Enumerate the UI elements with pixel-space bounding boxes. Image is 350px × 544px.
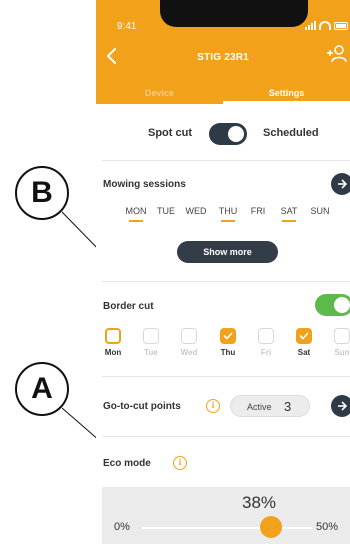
eco-mode-title: Eco mode — [103, 458, 151, 469]
divider — [102, 436, 350, 437]
border-cut-day-sat[interactable]: Sat — [285, 328, 323, 357]
border-cut-day-label: Mon — [104, 348, 122, 357]
session-days: MON TUE WED THU FRI SAT SUN — [119, 206, 350, 224]
session-day-marker — [189, 220, 203, 222]
info-icon[interactable]: i — [206, 399, 220, 413]
session-day-sun[interactable]: SUN — [305, 206, 335, 222]
callout-b-letter: B — [31, 176, 53, 209]
border-cut-day-wed[interactable]: Wed — [170, 328, 208, 357]
border-cut-day-sun[interactable]: Sun — [323, 328, 350, 357]
border-cut-day-label: Sat — [297, 348, 311, 357]
border-cut-day-label: Wed — [180, 348, 198, 357]
checkbox[interactable] — [296, 328, 312, 344]
border-cut-days: Mon Tue Wed Thu Fri Sat Sun — [96, 328, 350, 362]
active-label: Active — [247, 402, 272, 412]
border-cut-day-fri[interactable]: Fri — [247, 328, 285, 357]
arrow-right-icon — [338, 401, 348, 411]
session-day-tue[interactable]: TUE — [151, 206, 181, 222]
go-to-cut-arrow-button[interactable] — [331, 395, 350, 417]
border-cut-day-label: Sun — [334, 348, 350, 357]
session-day-label: WED — [185, 206, 207, 216]
active-points-pill[interactable]: Active 3 — [230, 395, 310, 417]
scheduled-label: Scheduled — [263, 127, 319, 139]
battery-icon — [334, 21, 348, 30]
tab-device[interactable]: Device — [96, 80, 223, 104]
eco-mode-slider-track[interactable] — [142, 527, 312, 529]
border-cut-day-label: Thu — [220, 348, 236, 357]
session-day-marker — [129, 220, 143, 222]
checkmark-icon — [223, 332, 233, 340]
wifi-icon — [319, 21, 331, 30]
border-cut-day-label: Fri — [260, 348, 272, 357]
session-day-sat[interactable]: SAT — [274, 206, 304, 222]
signal-icon — [305, 21, 316, 30]
phone-screen: 9:41 STIG 23R1 Device Settings Spot cut — [96, 0, 350, 544]
divider — [102, 160, 350, 161]
tab-bar: Device Settings — [96, 80, 350, 104]
eco-mode-max-label: 50% — [316, 521, 339, 533]
session-day-thu[interactable]: THU — [213, 206, 243, 222]
session-day-marker — [251, 220, 265, 222]
session-day-label: THU — [218, 206, 238, 216]
session-day-mon[interactable]: MON — [121, 206, 151, 222]
spot-cut-label: Spot cut — [148, 127, 192, 139]
go-to-cut-title: Go-to-cut points — [103, 401, 181, 412]
eco-mode-value: 38% — [242, 493, 277, 512]
checkmark-icon — [299, 332, 309, 340]
tab-settings[interactable]: Settings — [223, 80, 350, 104]
info-icon[interactable]: i — [173, 456, 187, 470]
border-cut-day-tue[interactable]: Tue — [132, 328, 170, 357]
session-day-label: TUE — [157, 206, 175, 216]
border-cut-toggle[interactable] — [315, 294, 350, 316]
callout-a-letter: A — [31, 372, 53, 405]
session-day-marker — [221, 220, 235, 222]
mowing-sessions-title: Mowing sessions — [103, 179, 186, 190]
border-cut-toggle-knob — [334, 297, 350, 313]
active-count: 3 — [284, 399, 292, 414]
session-day-wed[interactable]: WED — [181, 206, 211, 222]
arrow-right-icon — [338, 179, 348, 189]
session-day-marker — [313, 220, 327, 222]
session-day-label: SUN — [310, 206, 330, 216]
border-cut-day-label: Tue — [144, 348, 158, 357]
border-cut-day-mon[interactable]: Mon — [96, 328, 132, 357]
eco-mode-min-label: 0% — [114, 521, 130, 533]
session-day-marker — [159, 220, 173, 222]
eco-mode-slider-panel: 38% 0% 50% — [102, 487, 350, 544]
checkbox[interactable] — [143, 328, 159, 344]
border-cut-title: Border cut — [103, 301, 154, 312]
session-day-fri[interactable]: FRI — [243, 206, 273, 222]
eco-mode-slider-thumb[interactable] — [260, 516, 283, 538]
mowing-sessions-arrow-button[interactable] — [331, 173, 350, 195]
add-user-icon[interactable] — [326, 43, 348, 65]
phone-notch — [160, 0, 308, 27]
status-icons — [305, 21, 348, 30]
callout-a: A — [15, 362, 69, 416]
session-day-marker — [282, 220, 296, 222]
checkbox[interactable] — [105, 328, 121, 344]
session-day-label: SAT — [280, 206, 298, 216]
callout-b: B — [15, 166, 69, 220]
checkbox[interactable] — [334, 328, 350, 344]
mode-switch-row: Spot cut Scheduled — [96, 118, 350, 152]
device-title: STIG 23R1 — [197, 52, 249, 63]
app-header: 9:41 STIG 23R1 Device Settings — [96, 0, 350, 104]
session-day-label: MON — [125, 206, 147, 216]
show-more-button[interactable]: Show more — [177, 241, 278, 263]
divider — [102, 376, 350, 377]
mode-toggle[interactable] — [209, 123, 247, 145]
checkbox[interactable] — [258, 328, 274, 344]
session-day-label: FRI — [250, 206, 266, 216]
checkbox[interactable] — [181, 328, 197, 344]
divider — [102, 281, 350, 282]
border-cut-day-thu[interactable]: Thu — [209, 328, 247, 357]
status-time: 9:41 — [117, 21, 137, 32]
mode-toggle-knob — [228, 126, 244, 142]
checkbox[interactable] — [220, 328, 236, 344]
